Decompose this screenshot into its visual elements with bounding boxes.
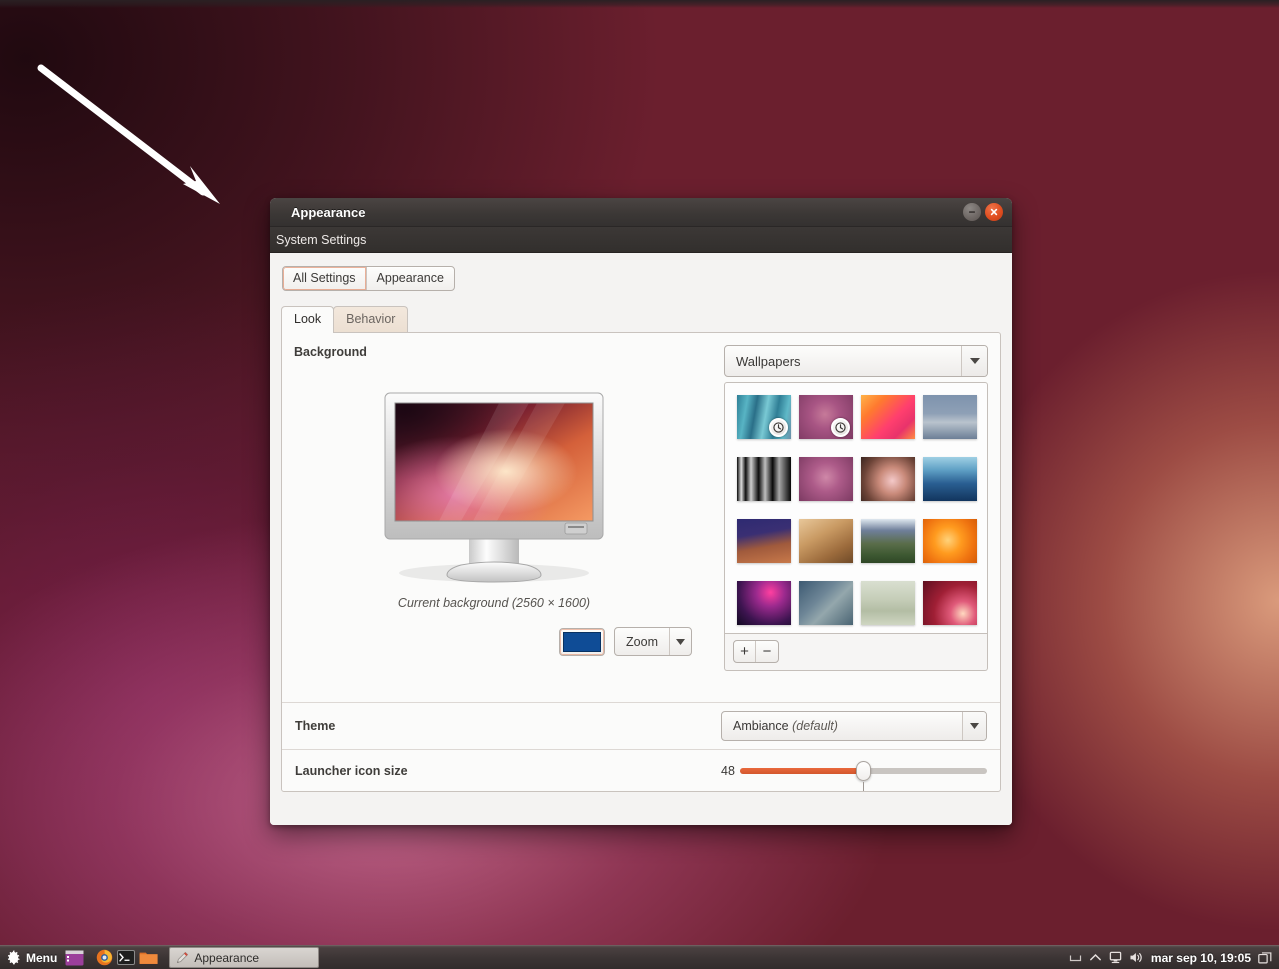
appearance-window[interactable]: Appearance System Settings All Settings bbox=[270, 198, 1012, 825]
theme-dropdown[interactable]: Ambiance (default) bbox=[721, 710, 987, 741]
wallpaper-thumb-red-ubuntu[interactable] bbox=[923, 581, 977, 625]
wallpaper-grid[interactable] bbox=[737, 395, 987, 625]
launcher-icon-size-slider[interactable]: 48 bbox=[721, 761, 987, 791]
window-titlebar[interactable]: Appearance bbox=[270, 198, 1012, 227]
wallpaper-top-strip bbox=[0, 0, 1279, 8]
wallpaper-source-value: Wallpapers bbox=[736, 353, 801, 369]
wallpaper-thumb-teal-stripes[interactable] bbox=[737, 395, 791, 439]
taskbar-clock[interactable]: mar sep 10, 19:05 bbox=[1151, 951, 1251, 965]
wallpaper-thumb-orange-flower[interactable] bbox=[861, 395, 915, 439]
monitor-preview bbox=[294, 377, 694, 592]
slider-track[interactable] bbox=[739, 761, 987, 791]
taskbar[interactable]: Menu Appearance mar sep 10, 19:05 bbox=[0, 945, 1279, 969]
window-title: Appearance bbox=[291, 204, 366, 220]
wallpaper-add-remove-bar: + − bbox=[724, 634, 988, 671]
tab-look[interactable]: Look bbox=[281, 306, 335, 333]
wallpaper-add-remove-buttons[interactable]: + − bbox=[733, 640, 779, 663]
wallpaper-thumb-blue-gray-diagonal[interactable] bbox=[799, 581, 853, 625]
monitor-icon bbox=[384, 392, 604, 583]
wallpaper-thumb-cherry-blossom[interactable] bbox=[861, 457, 915, 501]
wallpaper-thumb-purple-rock[interactable] bbox=[737, 519, 791, 563]
wallpaper-thumb-orange-abstract[interactable] bbox=[923, 519, 977, 563]
terminal-icon[interactable] bbox=[116, 949, 136, 967]
background-section-title: Background bbox=[294, 345, 367, 359]
slideshow-clock-icon bbox=[831, 418, 850, 437]
chevron-down-icon[interactable] bbox=[669, 628, 691, 655]
close-button[interactable] bbox=[985, 203, 1003, 221]
wallpaper-thumb-golden-wheat[interactable] bbox=[799, 519, 853, 563]
appearance-breadcrumb-item[interactable]: Appearance bbox=[367, 267, 454, 290]
taskbar-task-appearance[interactable]: Appearance bbox=[169, 947, 320, 968]
appearance-icon bbox=[177, 951, 189, 963]
background-section: Background Current background (2560 × 16… bbox=[294, 345, 694, 656]
remove-wallpaper-button[interactable]: − bbox=[756, 641, 778, 662]
minimize-button[interactable] bbox=[963, 203, 981, 221]
chevron-up-icon[interactable] bbox=[1089, 952, 1102, 963]
launcher-icon-size-value: 48 bbox=[721, 764, 735, 778]
wallpaper-chooser: Wallpapers + − bbox=[724, 345, 988, 671]
system-tray[interactable]: mar sep 10, 19:05 bbox=[1069, 946, 1279, 969]
slideshow-clock-icon bbox=[769, 418, 788, 437]
workspace-switcher-icon[interactable] bbox=[1258, 951, 1272, 964]
launcher-icon-size-label: Launcher icon size bbox=[295, 764, 408, 778]
all-settings-button[interactable]: All Settings bbox=[283, 267, 367, 290]
wallpaper-thumb-misty-field[interactable] bbox=[861, 581, 915, 625]
slider-tick bbox=[862, 782, 864, 791]
wallpaper-thumb-purple-bug-2[interactable] bbox=[799, 457, 853, 501]
menu-button[interactable]: Menu bbox=[0, 946, 64, 969]
theme-row: Theme Ambiance (default) bbox=[282, 702, 1000, 749]
volume-icon[interactable] bbox=[1129, 951, 1144, 964]
firefox-icon[interactable] bbox=[94, 949, 114, 967]
hide-panel-icon[interactable] bbox=[1069, 952, 1082, 963]
wallpaper-grid-container[interactable] bbox=[724, 382, 988, 634]
terminal-window-icon[interactable] bbox=[64, 949, 84, 967]
wallpaper-thumb-blue-gray-mountain[interactable] bbox=[923, 395, 977, 439]
taskbar-task-label: Appearance bbox=[194, 950, 260, 965]
theme-label: Theme bbox=[295, 718, 336, 733]
navigation-bar: All Settings Appearance bbox=[270, 253, 1012, 291]
chevron-down-icon[interactable] bbox=[961, 346, 987, 376]
window-subtitlebar: System Settings bbox=[270, 227, 1012, 253]
background-color-swatch bbox=[563, 631, 602, 652]
menu-label: Menu bbox=[26, 950, 58, 965]
window-subtitle: System Settings bbox=[276, 232, 367, 247]
chevron-down-icon[interactable] bbox=[962, 711, 986, 740]
launcher-icon-size-row: Launcher icon size 48 bbox=[282, 749, 1000, 793]
background-color-button[interactable] bbox=[559, 627, 606, 656]
wallpaper-thumb-magenta-particles[interactable] bbox=[737, 581, 791, 625]
wallpaper-thumb-green-mountain[interactable] bbox=[861, 519, 915, 563]
files-folder-icon[interactable] bbox=[138, 949, 158, 967]
wallpaper-source-dropdown[interactable]: Wallpapers bbox=[724, 345, 988, 377]
wallpaper-thumb-blue-sea-sky[interactable] bbox=[923, 457, 977, 501]
background-caption: Current background (2560 × 1600) bbox=[397, 596, 591, 610]
desktop: Appearance System Settings All Settings bbox=[0, 0, 1279, 969]
tab-bar[interactable]: Look Behavior bbox=[281, 306, 1012, 333]
scaling-mode-dropdown[interactable]: Zoom bbox=[614, 627, 692, 656]
slider-knob[interactable] bbox=[856, 761, 872, 781]
theme-value: Ambiance (default) bbox=[733, 718, 838, 733]
wallpaper-thumb-purple-bug[interactable] bbox=[799, 395, 853, 439]
wallpaper-thumb-bw-architecture[interactable] bbox=[737, 457, 791, 501]
gear-icon bbox=[7, 950, 20, 965]
look-panel: Background Current background (2560 × 16… bbox=[281, 332, 1001, 792]
window-body: All Settings Appearance Look Behavior Ba… bbox=[270, 253, 1012, 825]
add-wallpaper-button[interactable]: + bbox=[734, 641, 756, 662]
background-controls: Zoom bbox=[294, 627, 694, 656]
taskbar-launchers[interactable] bbox=[64, 949, 158, 967]
window-controls[interactable] bbox=[963, 203, 1003, 221]
tab-behavior[interactable]: Behavior bbox=[333, 306, 409, 332]
display-icon[interactable] bbox=[1109, 951, 1122, 964]
breadcrumb[interactable]: All Settings Appearance bbox=[282, 266, 455, 291]
slider-fill bbox=[739, 768, 864, 774]
scaling-mode-value: Zoom bbox=[626, 634, 658, 649]
